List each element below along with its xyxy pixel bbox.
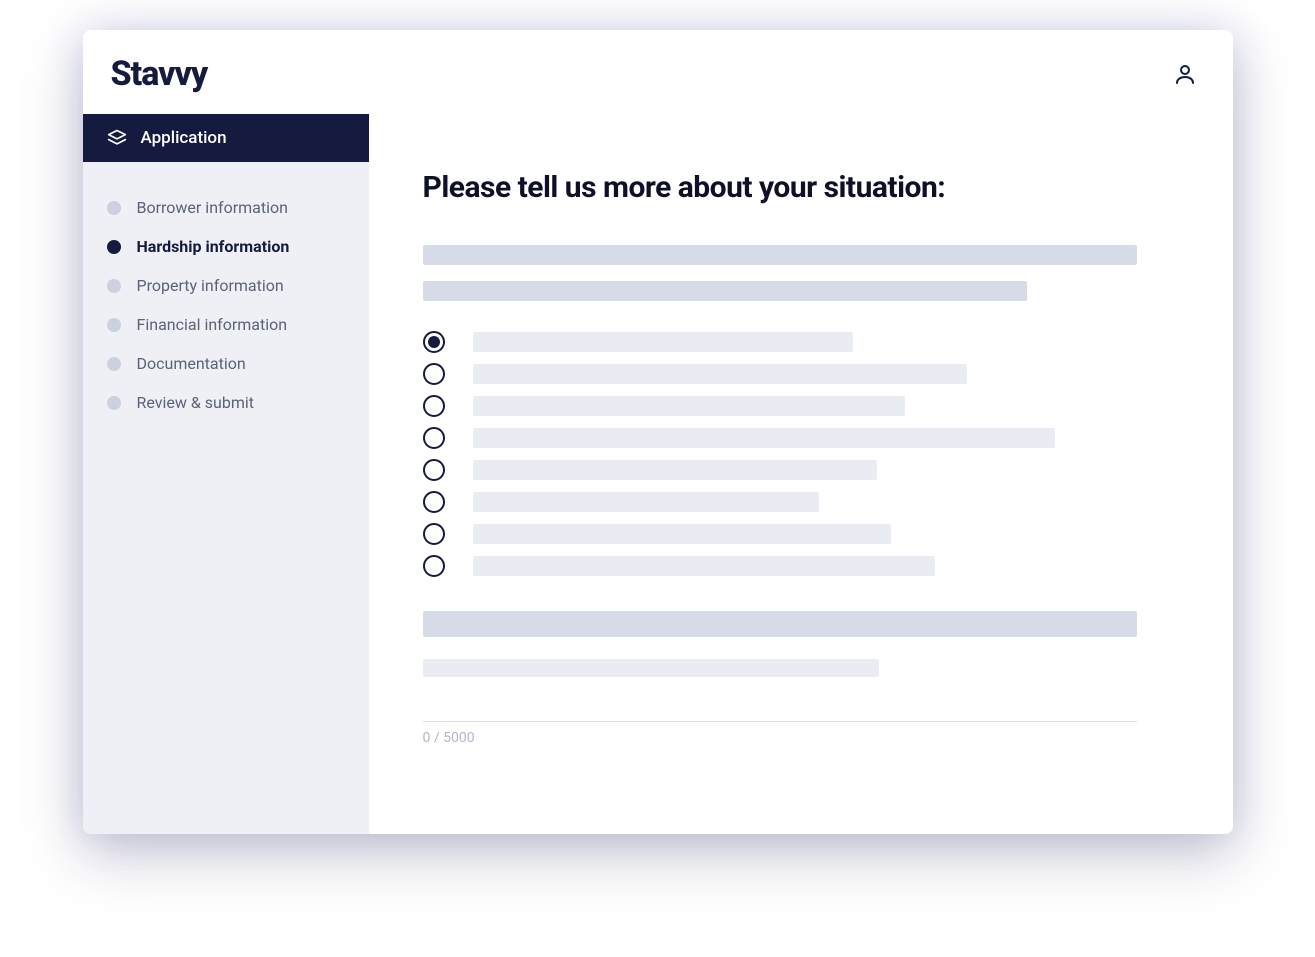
- step-label: Property information: [137, 276, 284, 295]
- radio-group: [423, 331, 1153, 577]
- user-icon[interactable]: [1173, 62, 1197, 86]
- sidebar-step[interactable]: Property information: [83, 266, 369, 305]
- placeholder-line: [423, 281, 1027, 301]
- sidebar-step[interactable]: Hardship information: [83, 227, 369, 266]
- radio-option[interactable]: [423, 395, 1153, 417]
- sidebar: Application Borrower information Hardship…: [83, 114, 369, 834]
- radio-option[interactable]: [423, 555, 1153, 577]
- radio-inner: [428, 336, 440, 348]
- sidebar-step[interactable]: Borrower information: [83, 188, 369, 227]
- step-dot: [107, 396, 121, 410]
- radio-option[interactable]: [423, 363, 1153, 385]
- sidebar-step[interactable]: Documentation: [83, 344, 369, 383]
- radio-button[interactable]: [423, 331, 445, 353]
- step-label: Review & submit: [137, 393, 255, 412]
- step-dot: [107, 318, 121, 332]
- step-label: Hardship information: [137, 237, 290, 256]
- radio-button[interactable]: [423, 395, 445, 417]
- radio-button[interactable]: [423, 427, 445, 449]
- sidebar-steps: Borrower information Hardship information…: [83, 162, 369, 422]
- step-label: Documentation: [137, 354, 246, 373]
- radio-label-placeholder: [473, 428, 1055, 448]
- radio-option[interactable]: [423, 491, 1153, 513]
- char-count: 0 / 5000: [423, 730, 1153, 746]
- step-dot: [107, 240, 121, 254]
- radio-button[interactable]: [423, 363, 445, 385]
- placeholder-line: [423, 245, 1137, 265]
- brand-logo: Stavvy: [111, 54, 208, 94]
- radio-button[interactable]: [423, 555, 445, 577]
- radio-option[interactable]: [423, 523, 1153, 545]
- radio-label-placeholder: [473, 556, 935, 576]
- section-heading-placeholder: [423, 611, 1137, 637]
- body: Application Borrower information Hardship…: [83, 114, 1233, 834]
- radio-label-placeholder: [473, 332, 853, 352]
- step-dot: [107, 201, 121, 215]
- radio-option[interactable]: [423, 331, 1153, 353]
- sidebar-header[interactable]: Application: [83, 114, 369, 162]
- step-dot: [107, 279, 121, 293]
- radio-label-placeholder: [473, 460, 877, 480]
- radio-option[interactable]: [423, 427, 1153, 449]
- sidebar-step[interactable]: Financial information: [83, 305, 369, 344]
- main-content: Please tell us more about your situation…: [369, 114, 1233, 834]
- step-label: Financial information: [137, 315, 288, 334]
- app-window: Stavvy Application Borrower information H…: [83, 30, 1233, 834]
- radio-label-placeholder: [473, 524, 891, 544]
- radio-label-placeholder: [473, 492, 819, 512]
- intro-placeholder-block: [423, 245, 1153, 301]
- radio-button[interactable]: [423, 459, 445, 481]
- sidebar-header-label: Application: [141, 128, 227, 148]
- radio-button[interactable]: [423, 491, 445, 513]
- step-dot: [107, 357, 121, 371]
- textarea-field[interactable]: [423, 659, 1137, 722]
- header: Stavvy: [83, 30, 1233, 114]
- textarea-placeholder: [423, 659, 879, 677]
- radio-label-placeholder: [473, 396, 905, 416]
- step-label: Borrower information: [137, 198, 288, 217]
- layers-icon: [107, 128, 127, 148]
- sidebar-step[interactable]: Review & submit: [83, 383, 369, 422]
- radio-label-placeholder: [473, 364, 967, 384]
- radio-option[interactable]: [423, 459, 1153, 481]
- radio-button[interactable]: [423, 523, 445, 545]
- page-title: Please tell us more about your situation…: [423, 170, 1153, 205]
